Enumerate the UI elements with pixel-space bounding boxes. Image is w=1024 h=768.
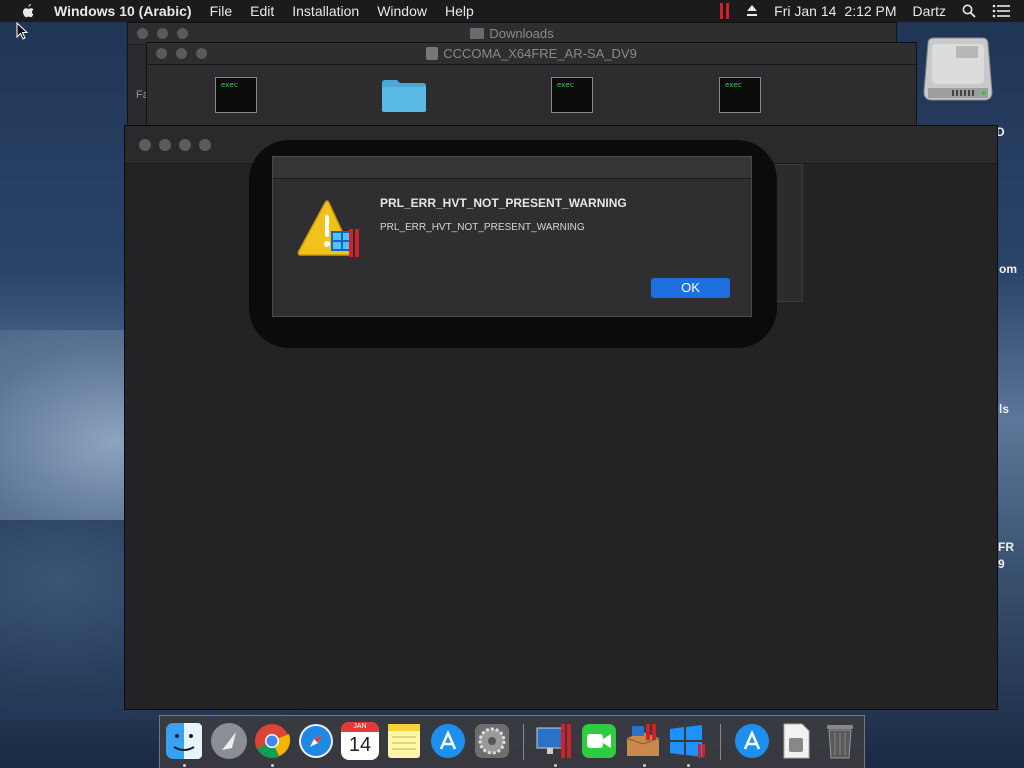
desktop-label-fragment: ls <box>999 402 1010 416</box>
desktop-label-fragment: 9 <box>998 557 1005 571</box>
document-icon[interactable] <box>777 722 815 760</box>
ok-button[interactable]: OK <box>651 278 730 298</box>
installer-side-panel <box>775 164 803 302</box>
running-indicator <box>643 764 646 767</box>
iso-volume-window[interactable]: CCCOMA_X64FRE_AR-SA_DV9 exec exec exec <box>146 42 917 132</box>
finder-icon[interactable] <box>165 722 203 760</box>
launchpad-icon[interactable] <box>210 722 248 760</box>
dock-separator <box>720 724 721 760</box>
iso-volume-titlebar[interactable]: CCCOMA_X64FRE_AR-SA_DV9 <box>147 43 916 65</box>
system-preferences-icon[interactable] <box>473 722 511 760</box>
desktop-label-fragment: FR <box>998 540 1014 554</box>
mouse-pointer-icon <box>16 22 28 40</box>
exec-file-icon[interactable]: exec <box>719 77 761 113</box>
menubar-time[interactable]: 2:12 PM <box>844 3 896 19</box>
menu-app-name[interactable]: Windows 10 (Arabic) <box>54 3 192 19</box>
desktop-label-fragment: om <box>999 262 1017 276</box>
window-title: Downloads <box>128 26 896 41</box>
menu-window[interactable]: Window <box>377 3 427 19</box>
window-title: CCCOMA_X64FRE_AR-SA_DV9 <box>147 46 916 61</box>
safari-icon[interactable] <box>297 722 335 760</box>
dialog-title: PRL_ERR_HVT_NOT_PRESENT_WARNING <box>380 196 627 210</box>
close-button[interactable] <box>139 138 151 151</box>
zoom-button[interactable] <box>179 138 191 151</box>
calendar-day: 14 <box>348 734 372 756</box>
menu-edit[interactable]: Edit <box>250 3 274 19</box>
exec-file-icon[interactable]: exec <box>215 77 257 113</box>
window-controls <box>139 138 219 151</box>
running-indicator <box>687 764 690 767</box>
menubar-date[interactable]: Fri Jan 14 <box>774 3 836 19</box>
facetime-icon[interactable] <box>580 722 618 760</box>
notification-center-icon[interactable] <box>992 4 1010 18</box>
folder-icon[interactable] <box>381 77 427 113</box>
exec-file-icon[interactable]: exec <box>551 77 593 113</box>
spotlight-search-icon[interactable] <box>962 4 976 18</box>
apple-icon[interactable] <box>20 3 36 19</box>
parallels-status-icon[interactable] <box>720 3 730 19</box>
dock-separator <box>523 724 524 760</box>
calendar-icon[interactable]: JAN 14 <box>341 722 379 760</box>
trash-icon[interactable] <box>821 722 859 760</box>
notes-icon[interactable] <box>385 722 423 760</box>
running-indicator <box>554 764 557 767</box>
fullscreen-button[interactable] <box>199 138 211 151</box>
app-store-downloads-icon[interactable] <box>733 722 771 760</box>
minimize-button[interactable] <box>159 138 171 151</box>
hard-drive-icon[interactable] <box>922 34 994 108</box>
folder-icon <box>470 28 485 39</box>
menubar-user[interactable]: Dartz <box>913 3 946 19</box>
dialog-message: PRL_ERR_HVT_NOT_PRESENT_WARNING <box>380 222 585 233</box>
alert-dialog: PRL_ERR_HVT_NOT_PRESENT_WARNING PRL_ERR_… <box>272 156 752 317</box>
dock: JAN 14 <box>159 715 865 768</box>
chrome-icon[interactable] <box>253 722 291 760</box>
running-indicator <box>183 764 186 767</box>
menu-installation[interactable]: Installation <box>292 3 359 19</box>
dialog-titlebar <box>273 157 751 179</box>
running-indicator <box>271 764 274 767</box>
menu-bar: Windows 10 (Arabic) File Edit Installati… <box>0 0 1024 22</box>
menu-help[interactable]: Help <box>445 3 474 19</box>
eject-icon[interactable] <box>746 5 758 17</box>
parallels-installer-icon[interactable] <box>624 722 662 760</box>
calendar-month: JAN <box>341 722 379 732</box>
menu-file[interactable]: File <box>210 3 233 19</box>
disk-image-icon <box>426 47 439 60</box>
parallels-desktop-icon[interactable] <box>535 722 573 760</box>
warning-icon <box>297 200 359 257</box>
windows-10-icon[interactable] <box>668 722 706 760</box>
app-store-icon[interactable] <box>429 722 467 760</box>
